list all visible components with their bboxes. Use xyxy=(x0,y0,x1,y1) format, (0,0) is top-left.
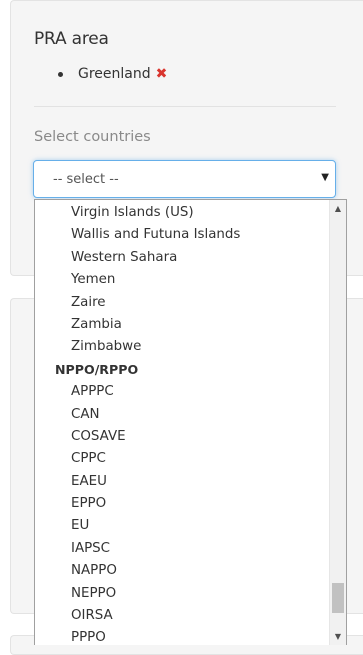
dropdown-option[interactable]: EPPO xyxy=(35,493,329,515)
dropdown-option[interactable]: EAEU xyxy=(35,471,329,493)
dropdown-option[interactable]: Wallis and Futuna Islands xyxy=(35,224,329,246)
close-icon[interactable]: ✖ xyxy=(156,67,168,81)
select-value: -- select -- xyxy=(53,172,119,187)
dropdown-option[interactable]: OIRSA xyxy=(35,605,329,627)
dropdown-scrollbar[interactable]: ▲ ▼ xyxy=(329,200,346,645)
bullet-icon xyxy=(58,71,63,77)
dropdown-option[interactable]: IAPSC xyxy=(35,538,329,560)
dropdown-option[interactable]: Yemen xyxy=(35,269,329,291)
dropdown-option[interactable]: CAN xyxy=(35,404,329,426)
dropdown-option[interactable]: CPPC xyxy=(35,448,329,470)
scroll-up-arrow-icon[interactable]: ▲ xyxy=(330,200,346,217)
pra-area-item-label: Greenland xyxy=(78,66,151,82)
pra-area-list: Greenland ✖ xyxy=(58,66,167,82)
dropdown-option[interactable]: EU xyxy=(35,515,329,537)
country-select[interactable]: -- select -- ▼ xyxy=(33,160,336,198)
divider xyxy=(34,106,336,107)
pra-area-item: Greenland ✖ xyxy=(58,66,167,82)
scroll-down-arrow-icon[interactable]: ▼ xyxy=(330,628,346,645)
options-container: Virgin Islands (US) Wallis and Futuna Isl… xyxy=(35,202,329,645)
dropdown-option[interactable]: NEPPO xyxy=(35,583,329,605)
select-countries-label: Select countries xyxy=(34,129,151,145)
dropdown-option[interactable]: NAPPO xyxy=(35,560,329,582)
optgroup-nppo-rppo: NPPO/RPPO xyxy=(55,361,139,377)
dropdown-option[interactable]: COSAVE xyxy=(35,426,329,448)
dropdown-option[interactable]: Zaire xyxy=(35,292,329,314)
dropdown-option[interactable]: PPPO xyxy=(35,627,329,645)
dropdown-option[interactable]: Western Sahara xyxy=(35,247,329,269)
dropdown-option[interactable]: APPPC xyxy=(35,381,329,403)
dropdown-option[interactable]: Zimbabwe xyxy=(35,336,329,358)
scrollbar-thumb[interactable] xyxy=(332,582,344,613)
dropdown-option[interactable]: Virgin Islands (US) xyxy=(35,202,329,224)
caret-down-icon: ▼ xyxy=(321,172,329,183)
country-dropdown-list[interactable]: Virgin Islands (US) Wallis and Futuna Isl… xyxy=(34,199,347,645)
pra-area-title: PRA area xyxy=(34,29,109,49)
dropdown-option[interactable]: Zambia xyxy=(35,314,329,336)
